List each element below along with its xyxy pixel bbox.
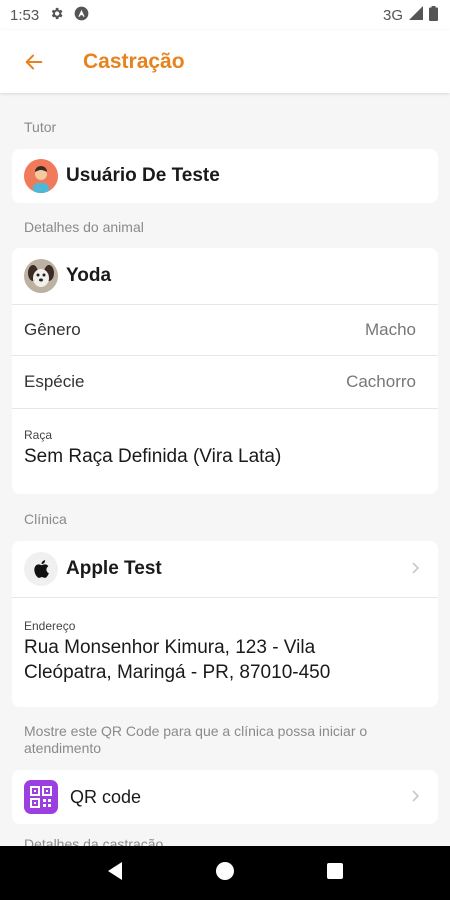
clinic-card: Apple Test Endereço Rua Monsenhor Kimura… [12, 541, 438, 707]
app-bar: Castração [0, 30, 450, 93]
qr-code-row[interactable]: QR code [12, 770, 438, 824]
animal-card: Yoda Gênero Macho Espécie Cachorro Raça … [12, 248, 438, 494]
tutor-name: Usuário De Teste [66, 165, 220, 186]
breed-value: Sem Raça Definida (Vira Lata) [24, 446, 282, 467]
square-recents-icon [327, 862, 344, 879]
tutor-avatar [24, 159, 58, 193]
address-line-2: Cleópatra, Maringá - PR, 87010-450 [24, 662, 331, 683]
address-label: Endereço [24, 619, 76, 633]
status-bar-left: 1:53 [10, 6, 89, 25]
app-notification-icon [74, 6, 89, 25]
nav-back-button[interactable] [106, 861, 124, 886]
apple-logo-icon [34, 560, 49, 578]
breed-label: Raça [24, 428, 53, 442]
qr-hint-line-2: atendimento [24, 740, 102, 756]
gender-label: Gênero [24, 320, 81, 339]
triangle-back-icon [107, 861, 122, 880]
qr-card: QR code [12, 770, 438, 824]
animal-section-label: Detalhes do animal [24, 219, 144, 235]
qr-code-icon [24, 780, 58, 814]
dog-photo-icon [24, 259, 58, 293]
network-type: 3G [382, 6, 403, 24]
species-value: Cachorro [346, 372, 416, 391]
signal-icon [409, 6, 423, 24]
back-button[interactable] [14, 42, 54, 82]
qr-code-label: QR code [70, 786, 142, 807]
species-row: Espécie Cachorro [12, 356, 438, 408]
settings-icon [49, 6, 64, 25]
castration-section-label: Detalhes da castração [24, 836, 164, 846]
gender-row: Gênero Macho [12, 305, 438, 355]
circle-home-icon [215, 861, 234, 880]
battery-icon [429, 5, 438, 25]
tutor-section-label: Tutor [24, 119, 57, 135]
address-block: Endereço Rua Monsenhor Kimura, 123 - Vil… [24, 619, 330, 685]
species-label: Espécie [24, 372, 85, 391]
divider [12, 408, 438, 409]
nav-recents-button[interactable] [326, 862, 344, 885]
pet-avatar [24, 259, 58, 293]
address-line-1: Rua Monsenhor Kimura, 123 - Vila [24, 637, 316, 658]
chevron-right-icon [411, 787, 420, 808]
content-area[interactable]: Tutor Usuário De Teste Detalhes do anima… [0, 93, 450, 846]
nav-home-button[interactable] [215, 861, 235, 886]
navigation-bar [0, 846, 450, 900]
qr-hint-line-1: Mostre este QR Code para que a clínica p… [24, 723, 368, 739]
status-bar-right: 3G [382, 5, 438, 25]
chevron-right-icon [411, 559, 420, 580]
status-bar: 1:53 3G [0, 0, 450, 30]
tutor-row: Usuário De Teste [12, 149, 438, 203]
user-avatar-icon [24, 159, 58, 193]
breed-block: Raça Sem Raça Definida (Vira Lata) [24, 428, 281, 469]
qr-hint: Mostre este QR Code para que a clínica p… [24, 723, 367, 757]
clinic-name: Apple Test [66, 558, 162, 579]
divider [12, 597, 438, 598]
animal-name: Yoda [66, 265, 112, 286]
gender-value: Macho [364, 320, 416, 339]
animal-name-row: Yoda [12, 248, 438, 304]
clinic-section-label: Clínica [24, 511, 67, 527]
clinic-name-row[interactable]: Apple Test [12, 541, 438, 597]
status-time: 1:53 [10, 6, 40, 24]
tutor-card: Usuário De Teste [12, 149, 438, 203]
clinic-avatar [24, 552, 58, 586]
arrow-left-icon [25, 54, 43, 69]
page-title: Castração [83, 49, 185, 73]
